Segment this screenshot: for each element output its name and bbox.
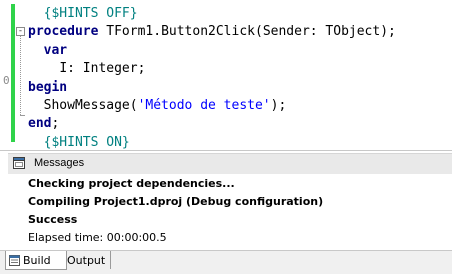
messages-panel-header: Messages [8,153,452,175]
keyword-token: begin [28,79,68,95]
code-line[interactable]: var [28,42,396,60]
line-number-gutter: 0 [0,0,10,150]
code-editor[interactable]: 0 - {$HINTS OFF} procedure TForm1.Button2… [0,0,452,151]
messages-panel-title: Messages [34,157,85,169]
message-line[interactable]: Success [28,213,77,226]
fold-guide-line [20,36,21,115]
code-line[interactable]: {$HINTS ON} [28,134,396,150]
fold-collapse-icon[interactable]: - [16,27,25,36]
code-line[interactable]: {$HINTS OFF} [28,5,396,23]
string-token: 'Método de teste' [137,97,271,113]
tab-output[interactable]: Output [64,251,111,269]
code-token: ); [270,97,287,113]
directive-token: {$HINTS OFF} [43,6,138,21]
messages-window-icon [13,157,25,169]
build-icon [9,254,20,266]
code-line[interactable]: procedure TForm1.Button2Click(Sender: TO… [28,23,396,41]
message-line[interactable]: Elapsed time: 00:00:00.5 [28,231,167,244]
line-number: 0 [3,74,10,87]
messages-list[interactable]: Checking project dependencies... Compili… [0,174,452,250]
code-token: TForm1.Button2Click(Sender: TObject); [98,24,396,40]
code-token: ShowMessage( [43,97,138,113]
code-text[interactable]: {$HINTS OFF} procedure TForm1.Button2Clic… [28,5,396,150]
code-token: I: Integer; [59,61,146,77]
code-line[interactable]: end; [28,115,396,133]
tab-build[interactable]: Build [5,251,67,270]
directive-token: {$HINTS ON} [43,134,130,150]
code-line[interactable]: begin [28,79,396,97]
code-token: ; [51,116,60,132]
keyword-token: procedure [28,24,99,40]
messages-tab-bar: Build Output [0,250,452,274]
fold-end-marker [20,115,25,116]
code-line[interactable]: I: Integer; [28,60,396,78]
tab-output-label: Output [67,253,106,267]
keyword-token: end [28,116,52,132]
code-line[interactable]: ShowMessage('Método de teste'); [28,97,396,115]
tab-build-label: Build [23,253,51,267]
message-line[interactable]: Compiling Project1.dproj (Debug configur… [28,195,323,208]
modified-lines-bar [11,4,15,142]
message-line[interactable]: Checking project dependencies... [28,177,235,190]
keyword-token: var [43,42,68,58]
